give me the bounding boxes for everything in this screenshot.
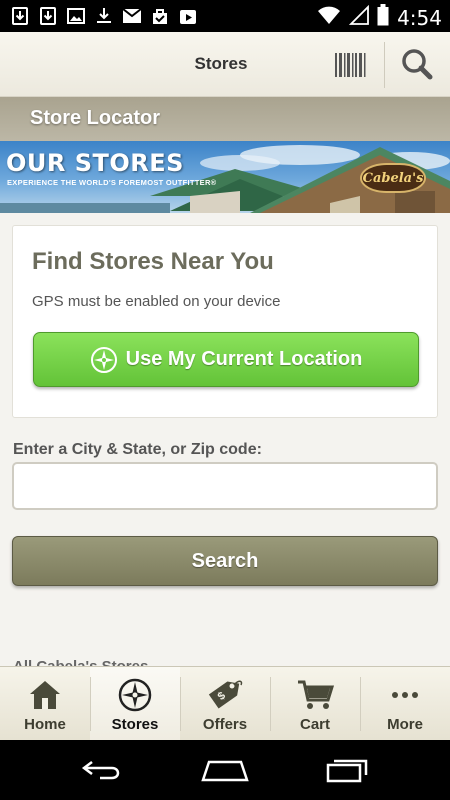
home-button[interactable] [195, 750, 255, 790]
download-icon [10, 6, 30, 26]
cabelas-logo: Cabela's [360, 163, 426, 193]
search-button[interactable] [398, 46, 438, 82]
download-done-icon [94, 6, 114, 26]
signal-icon [348, 4, 369, 30]
notification-icons [10, 6, 198, 26]
header-divider [384, 42, 385, 88]
search-button-label: Search [191, 549, 259, 572]
tab-label: Home [24, 716, 66, 733]
tag-icon: $ [208, 680, 243, 709]
tab-label: Cart [299, 716, 330, 733]
section-header: Store Locator [0, 97, 450, 141]
recent-apps-button[interactable] [318, 750, 378, 790]
store-locator-content: Find Stores Near You GPS must be enabled… [0, 213, 450, 666]
image-icon [66, 6, 86, 26]
tab-offers[interactable]: $ Offers [180, 667, 270, 740]
city-zip-input[interactable] [12, 462, 438, 510]
compass-icon [118, 678, 152, 712]
checked-bag-icon [150, 6, 170, 26]
barcode-icon [335, 53, 366, 77]
section-title: Store Locator [30, 107, 161, 129]
search-icon [402, 49, 433, 80]
tab-more[interactable]: More [360, 667, 450, 740]
home-icon [30, 681, 60, 709]
tab-label: Stores [111, 716, 159, 733]
barcode-scan-button[interactable] [330, 50, 370, 80]
our-stores-banner: OUR STORES EXPERIENCE THE WORLD'S FOREMO… [0, 141, 450, 213]
cart-icon [298, 680, 334, 709]
status-bar: 4:54 [0, 0, 450, 32]
banner-title: OUR STORES [6, 149, 184, 177]
battery-icon [377, 4, 389, 31]
page-title: Stores [194, 54, 248, 73]
play-store-icon [178, 6, 198, 26]
banner-subtitle: EXPERIENCE THE WORLD'S FOREMOST OUTFITTE… [7, 178, 217, 187]
all-stores-heading[interactable]: All Cabela's Stores [13, 658, 148, 666]
tab-stores[interactable]: Stores [90, 667, 180, 740]
use-current-location-button[interactable]: Use My Current Location [33, 332, 419, 387]
tab-label: More [387, 716, 423, 733]
wifi-icon [317, 5, 341, 30]
clock: 4:54 [397, 5, 442, 30]
app-header: Stores [0, 32, 450, 97]
more-icon [392, 692, 418, 698]
recent-apps-icon [327, 759, 368, 783]
download-icon [38, 6, 58, 26]
tab-home[interactable]: Home [0, 667, 90, 740]
back-icon [81, 761, 119, 780]
home-icon [201, 760, 249, 782]
compass-icon [90, 346, 117, 373]
location-input-label: Enter a City & State, or Zip code: [13, 441, 262, 458]
card-title: Find Stores Near You [32, 248, 274, 275]
system-nav-bar [0, 740, 450, 800]
back-button[interactable] [72, 750, 132, 790]
bottom-tab-bar: Home Stores $ Offers Cart More [0, 666, 450, 740]
tab-label: Offers [202, 716, 248, 733]
gmail-icon [122, 6, 142, 26]
gps-hint: GPS must be enabled on your device [32, 293, 281, 310]
use-current-location-label: Use My Current Location [125, 348, 363, 370]
find-stores-card: Find Stores Near You GPS must be enabled… [12, 225, 438, 418]
tab-cart[interactable]: Cart [270, 667, 360, 740]
search-stores-button[interactable]: Search [12, 536, 438, 586]
